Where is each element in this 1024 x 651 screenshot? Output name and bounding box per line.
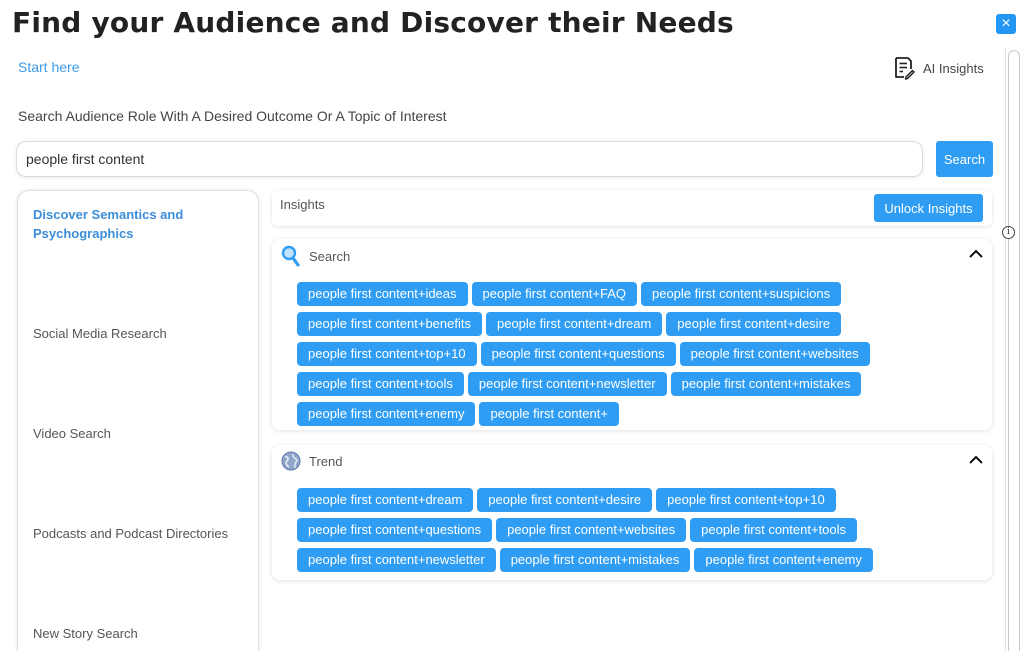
- keyword-chip[interactable]: people first content+suspicions: [640, 282, 842, 306]
- sidebar-item-video-search[interactable]: Video Search: [33, 424, 111, 443]
- unlock-insights-button[interactable]: Unlock Insights: [874, 194, 983, 222]
- scrollbar-thumb[interactable]: [1008, 50, 1020, 651]
- search-chip-list: people first content+ideas people first c…: [297, 282, 932, 426]
- keyword-chip[interactable]: people first content+newsletter: [297, 548, 496, 572]
- search-section: Search people first content+ideas people …: [272, 239, 992, 430]
- insights-label: Insights: [280, 197, 325, 212]
- keyword-chip[interactable]: people first content+FAQ: [471, 282, 637, 306]
- chevron-up-icon[interactable]: [968, 452, 984, 468]
- insights-bar: Insights Unlock Insights: [272, 190, 992, 226]
- close-button[interactable]: ×: [996, 14, 1016, 34]
- chevron-up-icon[interactable]: [968, 246, 984, 262]
- sidebar: Discover Semantics and Psychographics So…: [17, 190, 259, 651]
- keyword-chip[interactable]: people first content+desire: [666, 312, 842, 336]
- keyword-chip[interactable]: people first content+mistakes: [499, 548, 691, 572]
- keyword-chip[interactable]: people first content+top+10: [297, 342, 477, 366]
- close-icon: ×: [1001, 15, 1011, 32]
- search-section-header[interactable]: Search: [281, 245, 350, 267]
- sidebar-item-podcasts[interactable]: Podcasts and Podcast Directories: [33, 524, 228, 543]
- keyword-chip[interactable]: people first content+websites: [679, 342, 870, 366]
- keyword-chip[interactable]: people first content+desire: [477, 488, 653, 512]
- keyword-chip[interactable]: people first content+mistakes: [670, 372, 862, 396]
- magnifier-icon: [281, 245, 300, 267]
- search-button[interactable]: Search: [936, 141, 993, 177]
- page-title: Find your Audience and Discover their Ne…: [12, 6, 734, 39]
- trend-chip-list: people first content+dream people first c…: [297, 488, 932, 572]
- search-section-title: Search: [309, 248, 351, 264]
- trend-section-header[interactable]: Trend: [281, 451, 342, 471]
- document-edit-icon: [895, 57, 915, 80]
- keyword-chip[interactable]: people first content+ideas: [297, 282, 468, 306]
- keyword-chip[interactable]: people first content+newsletter: [467, 372, 667, 396]
- keyword-chip[interactable]: people first content+: [479, 402, 619, 426]
- ai-insights-button[interactable]: AI Insights: [893, 56, 984, 80]
- keyword-chip[interactable]: people first content+questions: [480, 342, 676, 366]
- scrollbar[interactable]: [1005, 48, 1022, 651]
- keyword-chip[interactable]: people first content+dream: [297, 488, 474, 512]
- keyword-chip[interactable]: people first content+benefits: [297, 312, 482, 336]
- sidebar-item-news-search[interactable]: New Story Search: [33, 624, 138, 643]
- globe-icon: [281, 451, 301, 471]
- start-here-link[interactable]: Start here: [18, 59, 79, 75]
- search-caption: Search Audience Role With A Desired Outc…: [18, 108, 447, 124]
- keyword-chip[interactable]: people first content+tools: [297, 372, 464, 396]
- search-input[interactable]: [16, 141, 923, 177]
- keyword-chip[interactable]: people first content+websites: [496, 518, 687, 542]
- keyword-chip[interactable]: people first content+top+10: [656, 488, 836, 512]
- trend-section-title: Trend: [309, 453, 343, 469]
- info-icon[interactable]: i: [1002, 226, 1015, 239]
- keyword-chip[interactable]: people first content+enemy: [297, 402, 476, 426]
- keyword-chip[interactable]: people first content+enemy: [694, 548, 873, 572]
- keyword-chip[interactable]: people first content+questions: [297, 518, 493, 542]
- sidebar-item-semantics[interactable]: Discover Semantics and Psychographics: [33, 205, 223, 243]
- ai-insights-label: AI Insights: [923, 60, 984, 76]
- sidebar-item-social-media[interactable]: Social Media Research: [33, 324, 167, 343]
- keyword-chip[interactable]: people first content+dream: [485, 312, 663, 336]
- keyword-chip[interactable]: people first content+tools: [690, 518, 858, 542]
- trend-section: Trend people first content+dream people f…: [272, 445, 992, 580]
